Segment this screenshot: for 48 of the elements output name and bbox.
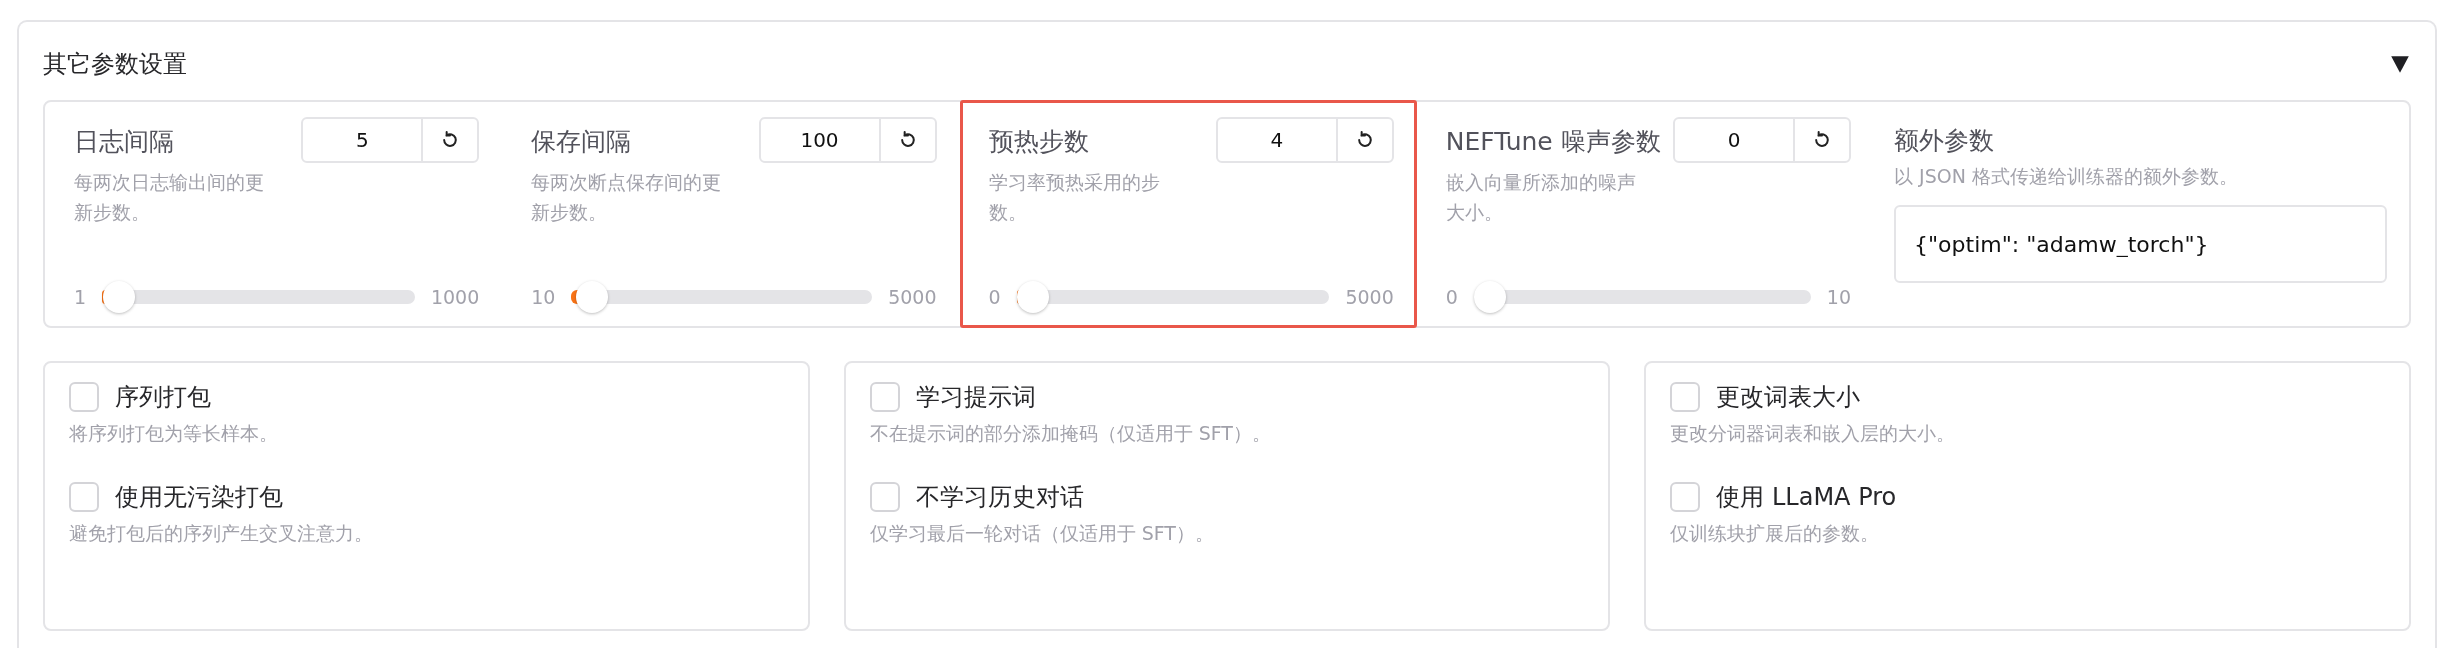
option-description: 仅学习最后一轮对话（仅适用于 SFT）。 <box>869 521 1215 546</box>
field-label: NEFTune 噪声参数 <box>1445 126 1661 158</box>
section-title: 其它参数设置 <box>43 49 187 80</box>
slider-min: 0 <box>988 286 1001 308</box>
field-description: 嵌入向量所添加的噪声大小。 <box>1445 170 1637 225</box>
field-label: 额外参数 <box>1894 125 1995 157</box>
collapse-icon[interactable] <box>2389 53 2411 75</box>
slider[interactable] <box>1473 281 1811 313</box>
slider[interactable] <box>571 281 873 313</box>
checkbox-label: 更改词表大小 <box>1716 382 1861 413</box>
checkbox-label: 序列打包 <box>115 382 211 413</box>
field-description: 以 JSON 格式传递给训练器的额外参数。 <box>1894 164 2239 189</box>
option-description: 更改分词器词表和嵌入层的大小。 <box>1670 421 1957 446</box>
option-description: 将序列打包为等长样本。 <box>69 421 279 446</box>
checkbox[interactable] <box>869 482 900 512</box>
slider[interactable] <box>102 281 415 313</box>
reset-icon <box>1812 130 1832 150</box>
slider-min: 0 <box>1445 286 1458 308</box>
number-field[interactable]: 0 <box>1673 117 1851 163</box>
option-description: 仅训练块扩展后的参数。 <box>1670 521 1881 546</box>
slider-max: 10 <box>1826 286 1851 308</box>
checkbox[interactable] <box>869 382 900 412</box>
checkbox[interactable] <box>69 382 99 412</box>
slider-max: 5000 <box>888 286 937 308</box>
number-field[interactable]: 100 <box>758 117 937 163</box>
checkbox-label: 学习提示词 <box>915 382 1036 413</box>
slider-max: 5000 <box>1345 286 1394 308</box>
field-description: 每两次断点保存间的更新步数。 <box>531 170 723 225</box>
number-field[interactable]: 4 <box>1215 117 1394 163</box>
option-description: 不在提示词的部分添加掩码（仅适用于 SFT）。 <box>869 421 1272 446</box>
checkbox-label: 不学习历史对话 <box>915 482 1084 513</box>
checkbox-label: 使用无污染打包 <box>115 482 283 513</box>
field-description: 每两次日志输出间的更新步数。 <box>74 170 265 225</box>
number-field[interactable]: 5 <box>301 117 480 163</box>
checkbox-label: 使用 LLaMA Pro <box>1716 482 1897 513</box>
field-label: 保存间隔 <box>531 126 632 158</box>
checkbox[interactable] <box>69 482 99 512</box>
field-label: 预热步数 <box>988 126 1089 158</box>
checkbox[interactable] <box>1670 382 1701 412</box>
option-description: 避免打包后的序列产生交叉注意力。 <box>69 521 374 546</box>
slider-min: 10 <box>531 286 556 308</box>
slider-min: 1 <box>74 286 87 308</box>
slider[interactable] <box>1016 281 1330 313</box>
field-label: 日志间隔 <box>74 126 174 158</box>
slider-max: 1000 <box>430 286 480 308</box>
checkbox[interactable] <box>1670 482 1701 512</box>
field-description: 学习率预热采用的步数。 <box>988 170 1161 225</box>
text-field[interactable]: {"optim": "adamw_torch"} <box>1894 205 2387 283</box>
